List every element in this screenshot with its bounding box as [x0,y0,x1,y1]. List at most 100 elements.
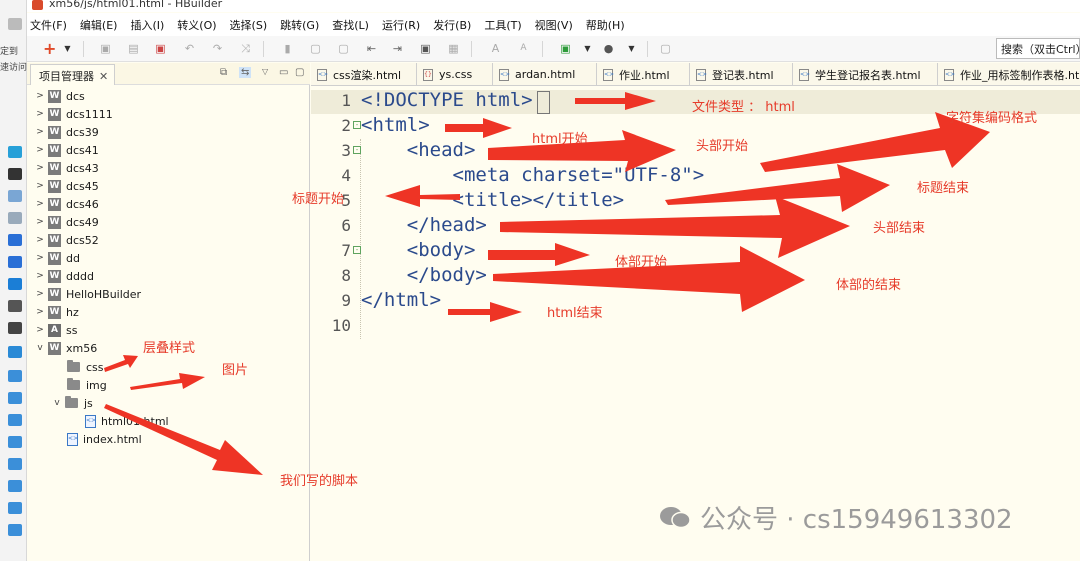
font-increase-icon[interactable]: A [489,42,502,55]
web-project-icon: W [48,305,61,319]
collapse-all-icon[interactable]: ⧉ [220,67,227,78]
computer-icon [8,414,22,426]
tree-item-img[interactable]: img [67,376,107,394]
maximize-icon[interactable]: ▢ [295,67,304,78]
new-doc-icon[interactable]: ▢ [309,42,322,55]
chevron-right-icon[interactable]: > [35,109,45,119]
menu-edit[interactable]: 编辑(E) [80,17,125,33]
jump-start-icon[interactable]: ⇤ [365,42,378,55]
tree-item[interactable]: > Wdcs39 [35,123,99,141]
browser-icon[interactable]: ● [602,42,615,55]
view-menu-icon[interactable]: ▽ [262,67,268,76]
tree-item-js[interactable]: v js [52,394,93,412]
toolbar-separator [647,41,648,57]
new-dropdown-icon[interactable]: ▼ [61,42,74,55]
undo-icon[interactable]: ↶ [183,42,196,55]
search-input[interactable]: 搜索（双击Ctrl） [996,38,1080,59]
menu-run[interactable]: 运行(R) [382,17,427,33]
computer-icon [8,436,22,448]
menu-help[interactable]: 帮助(H) [586,17,632,33]
chevron-right-icon[interactable]: > [35,181,45,191]
chevron-right-icon[interactable]: > [35,91,45,101]
save-all-icon[interactable]: ▤ [127,42,140,55]
fold-toggle-icon[interactable]: - [353,121,361,129]
tree-item[interactable]: > Wdddd [35,267,94,285]
comment-icon[interactable]: ▢ [659,42,672,55]
annotation-charset: 字符集编码格式 [946,111,1038,126]
redo-icon[interactable]: ↷ [211,42,224,55]
tree-item-html01[interactable]: html01.html [85,412,169,430]
fold-toggle-icon[interactable]: - [353,246,361,254]
close-file-icon[interactable]: ▣ [154,42,167,55]
menu-file[interactable]: 文件(F) [30,17,74,33]
browser-dropdown-icon[interactable]: ▼ [625,42,638,55]
save-icon[interactable]: ▣ [99,42,112,55]
tree-item[interactable]: > Whz [35,303,79,321]
run-dropdown-icon[interactable]: ▼ [581,42,594,55]
tree-item[interactable]: > Wdcs52 [35,231,99,249]
chevron-right-icon[interactable]: > [35,235,45,245]
menu-goto[interactable]: 跳转(G) [280,17,326,33]
editor-tab[interactable]: <> 作业_用标签制作表格.html [938,63,1080,85]
code-line-1: <!DOCTYPE html> [361,89,533,111]
tree-item[interactable]: > Wdcs49 [35,213,99,231]
menu-select[interactable]: 选择(S) [230,17,275,33]
editor-tab[interactable]: <> 学生登记报名表.html [793,63,938,85]
editor-tab[interactable]: {} ys.css [417,63,493,85]
project-manager-tab[interactable]: 项目管理器 ✕ [30,64,116,85]
web-project-icon: W [48,143,61,157]
preview-icon[interactable]: ▣ [419,42,432,55]
split-icon[interactable]: ▦ [447,42,460,55]
jump-end-icon[interactable]: ⇥ [391,42,404,55]
chevron-right-icon[interactable]: > [35,253,45,263]
code-editor[interactable]: 1 2 3 4 5 6 7 8 9 10 - - - <!DOCTYPE htm… [311,87,1080,561]
font-decrease-icon[interactable]: A [517,42,530,55]
editor-tab-label: 作业.html [619,68,670,82]
tree-item[interactable]: > Wdd [35,249,80,267]
chevron-right-icon[interactable]: > [35,289,45,299]
chevron-down-icon[interactable]: v [52,398,62,408]
run-icon[interactable]: ▣ [559,42,572,55]
chevron-right-icon[interactable]: > [35,271,45,281]
editor-tab[interactable]: <> 作业.html [597,63,690,85]
tree-item[interactable]: > Ass [35,321,77,339]
chevron-down-icon[interactable]: v [35,343,45,353]
menu-insert[interactable]: 插入(I) [130,17,171,33]
chevron-right-icon[interactable]: > [35,217,45,227]
editor-tab[interactable]: <> ardan.html [493,63,597,85]
menu-escape[interactable]: 转义(O) [177,17,223,33]
chevron-right-icon[interactable]: > [35,163,45,173]
chevron-right-icon[interactable]: > [35,307,45,317]
folder-icon [67,378,80,390]
doc-icon[interactable]: ▢ [337,42,350,55]
bookmark-icon[interactable]: ▮ [281,42,294,55]
link-editor-icon[interactable]: ⇆ [239,67,252,78]
fold-toggle-icon[interactable]: - [353,146,361,154]
menu-publish[interactable]: 发行(B) [433,17,478,33]
chevron-right-icon[interactable]: > [35,325,45,335]
close-icon[interactable]: ✕ [99,70,108,83]
chevron-right-icon[interactable]: > [35,145,45,155]
editor-tab[interactable]: <> css渲染.html [311,63,417,85]
menu-view[interactable]: 视图(V) [535,17,580,33]
tree-item[interactable]: > Wdcs [35,87,85,105]
tree-item[interactable]: > Wdcs41 [35,141,99,159]
tree-item[interactable]: > Wdcs1111 [35,105,113,123]
tree-item[interactable]: > W HelloHBuilder [35,285,141,303]
strip-text-1: 定到 [0,47,19,57]
chevron-right-icon[interactable]: > [35,199,45,209]
new-plus-icon[interactable]: + [43,41,56,57]
chevron-right-icon[interactable]: > [35,127,45,137]
tree-item[interactable]: > Wdcs43 [35,159,99,177]
code-line-8: </body> [361,264,487,286]
tree-item-index[interactable]: index.html [67,430,142,448]
tree-item-css[interactable]: css [67,358,104,376]
menu-tools[interactable]: 工具(T) [484,17,528,33]
format-icon[interactable]: ⤨ [239,42,252,55]
editor-tab[interactable]: <> 登记表.html [690,63,793,85]
menu-find[interactable]: 查找(L) [332,17,376,33]
tree-item[interactable]: > Wdcs45 [35,177,99,195]
tree-item[interactable]: > Wdcs46 [35,195,99,213]
minimize-icon[interactable]: ▭ [279,67,288,78]
tree-item[interactable]: v Wxm56 [35,339,97,357]
